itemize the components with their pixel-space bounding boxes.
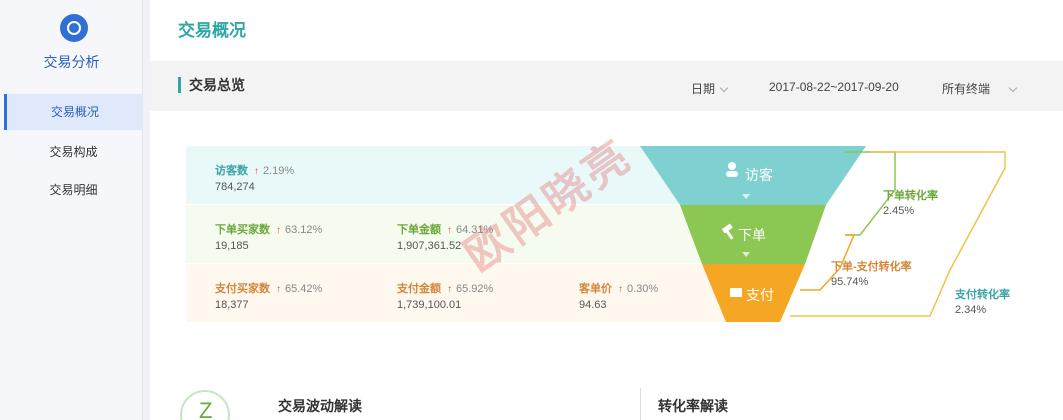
arrow-up-icon: ↑ bbox=[447, 284, 452, 295]
funnel-order-label: 下单 bbox=[738, 227, 766, 243]
main-panel: 交易概况 交易总览 日期 2017-08-22~2017-09-20 所有终端 … bbox=[150, 0, 1063, 420]
sidebar-item-composition[interactable]: 交易构成 bbox=[4, 134, 143, 170]
pay-amount-stat: 支付金额 ↑ 65.92% 1,739,100.01 bbox=[397, 280, 493, 311]
funnel-pay-label: 支付 bbox=[746, 287, 774, 303]
order-amount-value: 1,907,361.52 bbox=[397, 240, 462, 252]
order-buyers-label: 下单买家数 bbox=[215, 224, 270, 236]
badge-letter: Z bbox=[199, 398, 213, 420]
conversion-funnel: 访客 下单 支付 下单转化率 2.45% 下单-支付转化率 95.74% 支付转… bbox=[640, 146, 1010, 322]
chevron-down-icon bbox=[1008, 83, 1018, 93]
divider bbox=[640, 388, 641, 420]
sidebar-item-overview[interactable]: 交易概况 bbox=[4, 94, 143, 130]
visitors-value: 784,274 bbox=[215, 181, 255, 193]
arrow-up-icon: ↑ bbox=[447, 225, 452, 236]
order-buyers-stat: 下单买家数 ↑ 63.12% 19,185 bbox=[215, 221, 322, 252]
funnel-visitor-label: 访客 bbox=[745, 167, 773, 183]
section-header: 交易总览 日期 2017-08-22~2017-09-20 所有终端 bbox=[150, 61, 1063, 111]
order-pay-rate-label: 下单-支付转化率 bbox=[831, 259, 912, 273]
date-filter[interactable]: 日期 bbox=[691, 80, 729, 97]
pay-buyers-stat: 支付买家数 ↑ 65.42% 18,377 bbox=[215, 280, 322, 311]
pay-rate-value: 2.34% bbox=[955, 304, 986, 316]
app-window: 交易分析 交易概况 交易构成 交易明细 交易概况 交易总览 日期 2017-08… bbox=[0, 0, 1063, 420]
trade-fluctuation-title: 交易波动解读 bbox=[278, 398, 362, 414]
order-amount-change: 64.31% bbox=[456, 224, 494, 236]
sidebar-title: 交易分析 bbox=[43, 54, 100, 70]
pay-amount-change: 65.92% bbox=[456, 283, 494, 295]
sidebar: 交易分析 交易概况 交易构成 交易明细 bbox=[0, 0, 143, 420]
arrow-up-icon: ↑ bbox=[276, 284, 281, 295]
terminal-label: 所有终端 bbox=[942, 82, 991, 96]
arrow-up-icon: ↑ bbox=[254, 166, 259, 177]
order-rate-label: 下单转化率 bbox=[883, 188, 938, 202]
terminal-filter[interactable]: 所有终端 bbox=[942, 80, 1018, 97]
order-buyers-change: 63.12% bbox=[285, 224, 323, 236]
summary-badge: Z bbox=[180, 390, 230, 420]
pay-amount-label: 支付金额 bbox=[397, 283, 441, 295]
order-amount-stat: 下单金额 ↑ 64.31% 1,907,361.52 bbox=[397, 221, 493, 252]
sidebar-item-details[interactable]: 交易明细 bbox=[4, 172, 143, 208]
pay-buyers-label: 支付买家数 bbox=[215, 283, 270, 295]
visitors-change: 2.19% bbox=[263, 165, 295, 177]
visitors-label: 访客数 bbox=[215, 165, 248, 177]
unit-price-label: 客单价 bbox=[579, 283, 612, 295]
arrow-up-icon: ↑ bbox=[276, 225, 281, 236]
conversion-rate-title: 转化率解读 bbox=[658, 398, 728, 414]
pay-buyers-change: 65.42% bbox=[285, 283, 323, 295]
visitors-stat: 访客数 ↑ 2.19% 784,274 bbox=[215, 162, 294, 193]
order-pay-rate-value: 95.74% bbox=[831, 276, 869, 288]
date-range[interactable]: 2017-08-22~2017-09-20 bbox=[769, 80, 899, 94]
section-title: 交易总览 bbox=[178, 77, 245, 93]
date-label: 日期 bbox=[691, 82, 716, 96]
pay-rate-label: 支付转化率 bbox=[954, 287, 1010, 301]
pay-buyers-value: 18,377 bbox=[215, 299, 249, 311]
chevron-down-icon bbox=[719, 83, 729, 93]
order-amount-label: 下单金额 bbox=[397, 224, 441, 236]
arrow-up-icon: ↑ bbox=[618, 284, 623, 295]
order-rate-value: 2.45% bbox=[883, 205, 914, 217]
order-buyers-value: 19,185 bbox=[215, 240, 249, 252]
pay-amount-value: 1,739,100.01 bbox=[397, 299, 462, 311]
page-title: 交易概况 bbox=[178, 21, 246, 40]
trade-analysis-icon bbox=[60, 14, 88, 42]
wallet-icon bbox=[730, 288, 742, 297]
